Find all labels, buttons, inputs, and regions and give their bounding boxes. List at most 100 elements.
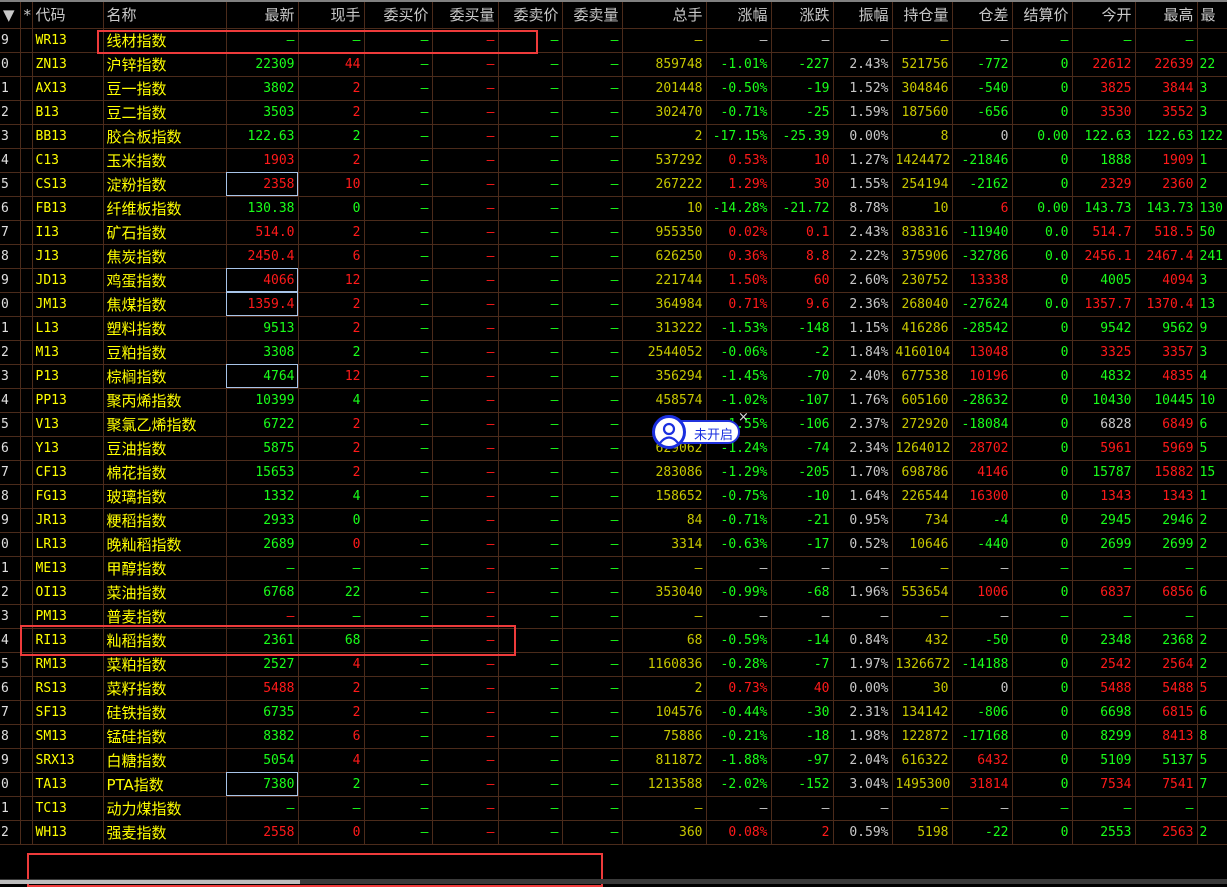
cell-oi-change[interactable]: -14188 — [952, 652, 1013, 677]
cell-last[interactable]: 3802 — [226, 76, 299, 101]
row-index[interactable]: 6 — [0, 436, 21, 461]
cell-high[interactable]: 22639 — [1135, 52, 1198, 77]
cell-total-vol[interactable]: 356294 — [622, 364, 707, 389]
table-row[interactable]: 5 RM13 菜粕指数 2527 4— — — —1160836 -0.28% -7 1.97% 13… — [0, 652, 1227, 677]
cell-cur-vol[interactable]: 6 — [298, 724, 365, 749]
cell-low[interactable]: 6 — [1197, 580, 1227, 605]
cell-settle[interactable]: 0.0 — [1012, 292, 1073, 317]
cell-ask-vol[interactable]: — — [562, 340, 623, 365]
cell-open[interactable]: 2553 — [1072, 820, 1136, 845]
cell-open-interest[interactable]: 677538 — [892, 364, 953, 389]
cell-code[interactable]: C13 — [32, 148, 104, 173]
cell-last[interactable]: 2450.4 — [226, 244, 299, 269]
cell-last[interactable]: 6722 — [226, 412, 299, 437]
cell-amplitude[interactable]: 2.40% — [833, 364, 893, 389]
cell-ask-vol[interactable]: — — [562, 28, 623, 53]
cell-change[interactable]: -70 — [771, 364, 834, 389]
cell-total-vol[interactable]: 158652 — [622, 484, 707, 509]
row-index[interactable]: 4 — [0, 628, 21, 653]
cell-change-pct[interactable]: -0.28% — [706, 652, 772, 677]
cell-ask[interactable]: — — [498, 124, 563, 149]
cell-bid-vol[interactable]: — — [432, 676, 499, 701]
cell-name[interactable]: 白糖指数 — [103, 748, 227, 773]
cell-ask[interactable]: — — [498, 340, 563, 365]
cell-amplitude[interactable]: — — [833, 604, 893, 629]
cell-change[interactable]: -2 — [771, 340, 834, 365]
cell-open[interactable]: — — [1072, 28, 1136, 53]
cell-open-interest[interactable]: 8 — [892, 124, 953, 149]
cell-open[interactable]: 3530 — [1072, 100, 1136, 125]
table-row[interactable]: 4 PP13 聚丙烯指数 10399 4— — — —458574 -1.02% -107 1.76… — [0, 388, 1227, 413]
cell-oi-change[interactable]: -18084 — [952, 412, 1013, 437]
cell-last[interactable]: 130.38 — [226, 196, 299, 221]
cell-bid-vol[interactable]: — — [432, 244, 499, 269]
cell-total-vol[interactable]: 2544052 — [622, 340, 707, 365]
cell-cur-vol[interactable]: 0 — [298, 820, 365, 845]
cell-amplitude[interactable]: 2.34% — [833, 436, 893, 461]
cell-ask-vol[interactable]: — — [562, 196, 623, 221]
cell-name[interactable]: 塑料指数 — [103, 316, 227, 341]
cell-last[interactable]: 122.63 — [226, 124, 299, 149]
cell-cur-vol[interactable]: 0 — [298, 508, 365, 533]
cell-open-interest[interactable]: 268040 — [892, 292, 953, 317]
table-row[interactable]: 7 I13 矿石指数 514.0 2— — — —955350 0.02% 0.1 2.43% 838… — [0, 220, 1227, 245]
row-index[interactable]: 9 — [0, 748, 21, 773]
cell-name[interactable]: 聚丙烯指数 — [103, 388, 227, 413]
cell-settle[interactable]: 0 — [1012, 748, 1073, 773]
cell-high[interactable]: 5488 — [1135, 676, 1198, 701]
cell-low[interactable]: 6 — [1197, 700, 1227, 725]
cell-high[interactable]: — — [1135, 556, 1198, 581]
cell-open-interest[interactable]: 122872 — [892, 724, 953, 749]
cell-code[interactable]: L13 — [32, 316, 104, 341]
cell-last[interactable]: 22309 — [226, 52, 299, 77]
cell-ask-vol[interactable]: — — [562, 316, 623, 341]
cell-amplitude[interactable]: 1.15% — [833, 316, 893, 341]
cell-ask[interactable]: — — [498, 532, 563, 557]
cell-oi-change[interactable]: 6 — [952, 196, 1013, 221]
cell-last[interactable]: 8382 — [226, 724, 299, 749]
cell-open[interactable]: 5488 — [1072, 676, 1136, 701]
cell-bid[interactable]: — — [364, 532, 433, 557]
mark-cell[interactable] — [20, 700, 33, 725]
cell-total-vol[interactable]: 955350 — [622, 220, 707, 245]
cell-bid[interactable]: — — [364, 604, 433, 629]
header-last[interactable]: 最新 — [226, 2, 299, 29]
cell-low[interactable]: 6 — [1197, 412, 1227, 437]
cell-name[interactable]: 硅铁指数 — [103, 700, 227, 725]
cell-change-pct[interactable]: 0.08% — [706, 820, 772, 845]
cell-high[interactable]: 8413 — [1135, 724, 1198, 749]
cell-total-vol[interactable]: 811872 — [622, 748, 707, 773]
cell-change-pct[interactable]: 0.71% — [706, 292, 772, 317]
cell-settle[interactable]: 0 — [1012, 460, 1073, 485]
cell-open-interest[interactable]: 230752 — [892, 268, 953, 293]
cell-settle[interactable]: 0 — [1012, 772, 1073, 797]
cell-bid-vol[interactable]: — — [432, 460, 499, 485]
cell-last[interactable]: 10399 — [226, 388, 299, 413]
cell-high[interactable]: — — [1135, 604, 1198, 629]
row-index[interactable]: 8 — [0, 244, 21, 269]
cell-change[interactable]: — — [771, 796, 834, 821]
cell-bid[interactable]: — — [364, 772, 433, 797]
cell-low[interactable]: 5 — [1197, 436, 1227, 461]
cell-change[interactable]: -19 — [771, 76, 834, 101]
cell-oi-change[interactable]: 13338 — [952, 268, 1013, 293]
cell-high[interactable]: 3357 — [1135, 340, 1198, 365]
cell-bid[interactable]: — — [364, 340, 433, 365]
cell-bid-vol[interactable]: — — [432, 820, 499, 845]
cell-change[interactable]: -148 — [771, 316, 834, 341]
cell-change-pct[interactable]: -0.71% — [706, 508, 772, 533]
cell-low[interactable]: 7 — [1197, 772, 1227, 797]
cell-oi-change[interactable]: -50 — [952, 628, 1013, 653]
cell-high[interactable]: — — [1135, 796, 1198, 821]
cell-total-vol[interactable]: 201448 — [622, 76, 707, 101]
cell-ask-vol[interactable]: — — [562, 700, 623, 725]
cell-change[interactable]: -10 — [771, 484, 834, 509]
cell-last[interactable]: 6768 — [226, 580, 299, 605]
mark-cell[interactable] — [20, 556, 33, 581]
cell-low[interactable]: 241 — [1197, 244, 1227, 269]
cell-settle[interactable]: 0 — [1012, 364, 1073, 389]
cell-open[interactable]: — — [1072, 796, 1136, 821]
cell-cur-vol[interactable]: 2 — [298, 772, 365, 797]
cell-bid-vol[interactable]: — — [432, 196, 499, 221]
cell-open-interest[interactable]: 416286 — [892, 316, 953, 341]
